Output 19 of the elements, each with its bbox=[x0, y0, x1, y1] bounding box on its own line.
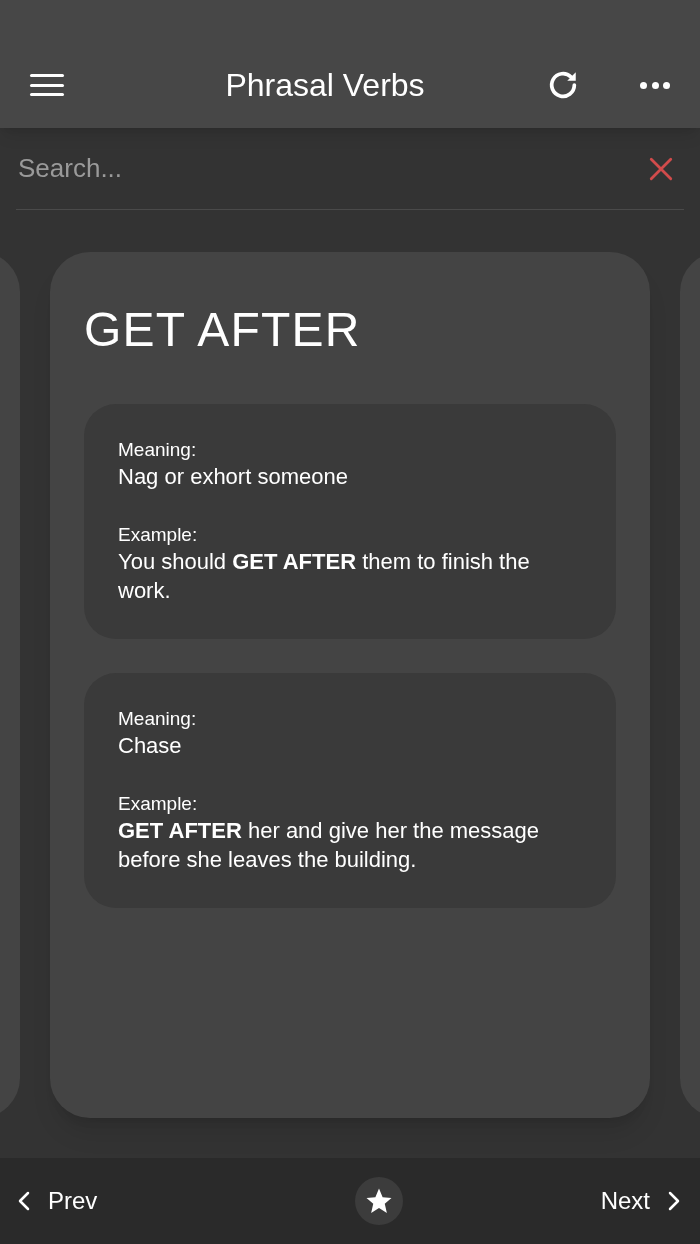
more-icon[interactable] bbox=[640, 80, 670, 90]
chevron-left-icon bbox=[18, 1191, 30, 1211]
search-field[interactable]: Search... bbox=[16, 149, 648, 188]
meaning-label: Meaning: bbox=[118, 438, 198, 462]
prev-button[interactable]: Prev bbox=[18, 1183, 98, 1219]
example-text: GET AFTER her and give her the message before she leaves the building. bbox=[118, 817, 541, 874]
phrase-title: GET AFTER bbox=[84, 306, 362, 354]
meaning-label: Meaning: bbox=[118, 707, 198, 731]
example-label: Example: bbox=[118, 523, 199, 547]
menu-icon[interactable] bbox=[30, 72, 64, 98]
chevron-right-icon bbox=[668, 1191, 680, 1211]
close-icon[interactable] bbox=[648, 155, 674, 182]
meaning-text: Nag or exhort someone bbox=[118, 463, 349, 491]
example-text: You should GET AFTER them to finish the work. bbox=[118, 548, 531, 605]
meaning-text: Chase bbox=[118, 732, 183, 760]
favorite-button[interactable] bbox=[355, 1177, 403, 1225]
next-button[interactable]: Next bbox=[600, 1183, 680, 1219]
example-label: Example: bbox=[118, 792, 199, 816]
app-title: Phrasal Verbs bbox=[225, 66, 425, 105]
